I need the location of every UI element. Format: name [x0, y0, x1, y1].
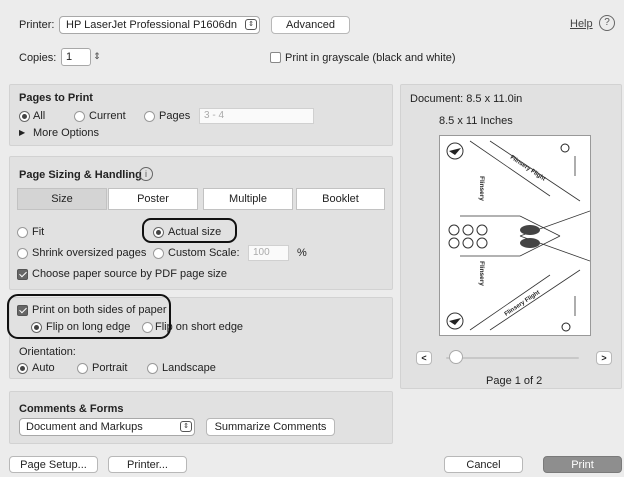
tab-multiple[interactable]: Multiple	[203, 188, 293, 210]
art-text-top-diagonal: Flinsery Flight	[509, 155, 546, 183]
page-slider-thumb[interactable]	[449, 350, 463, 364]
updown-arrows-icon: ⇕	[180, 421, 192, 432]
updown-arrows-icon: ⇕	[245, 19, 257, 30]
pages-range-radio[interactable]	[144, 111, 155, 122]
shrink-label: Shrink oversized pages	[32, 247, 147, 259]
print-button[interactable]: Print	[543, 456, 622, 473]
pages-section-title: Pages to Print	[19, 92, 93, 104]
document-size-label: Document: 8.5 x 11.0in	[410, 93, 523, 105]
fit-radio[interactable]	[17, 227, 28, 238]
tab-booklet[interactable]: Booklet	[296, 188, 385, 210]
pages-range-input[interactable]: 3 - 4	[199, 108, 314, 124]
tab-poster[interactable]: Poster	[108, 188, 198, 210]
prev-page-button[interactable]: <	[416, 351, 432, 365]
printer-select[interactable]: HP LaserJet Professional P1606dn ⇕	[59, 16, 260, 34]
info-icon[interactable]: i	[139, 167, 153, 181]
percent-label: %	[297, 247, 307, 259]
pages-range-label: Pages	[159, 110, 191, 122]
comments-select[interactable]: Document and Markups ⇕	[19, 418, 195, 436]
highlight-duplex	[7, 294, 171, 339]
art-text-bottom-left: Flinsery	[478, 261, 485, 286]
page-setup-button[interactable]: Page Setup...	[9, 456, 98, 473]
printer-label: Printer:	[19, 19, 55, 31]
summarize-comments-button[interactable]: Summarize Comments	[206, 418, 335, 436]
paper-source-checkbox[interactable]	[17, 269, 28, 280]
orientation-landscape-label: Landscape	[162, 362, 216, 374]
sizing-section-title: Page Sizing & Handling	[19, 169, 142, 181]
custom-scale-input[interactable]: 100	[248, 245, 289, 261]
pages-current-label: Current	[89, 110, 126, 122]
orientation-auto-label: Auto	[32, 362, 55, 374]
copies-value: 1	[66, 51, 73, 63]
fit-label: Fit	[32, 226, 45, 238]
paper-airplane-template-art: Flinsery Flinsery Flight Flinsery Flight…	[446, 140, 591, 332]
more-options-link[interactable]: More Options	[33, 127, 99, 139]
help-link[interactable]: Help	[570, 18, 593, 30]
grayscale-label: Print in grayscale (black and white)	[285, 52, 456, 64]
paper-source-label: Choose paper source by PDF page size	[32, 268, 228, 280]
copies-label: Copies:	[19, 52, 57, 64]
pages-current-radio[interactable]	[74, 111, 85, 122]
tab-size[interactable]: Size	[17, 188, 107, 210]
next-page-button[interactable]: >	[596, 351, 612, 365]
orientation-portrait-label: Portrait	[92, 362, 128, 374]
custom-scale-label: Custom Scale:	[168, 247, 240, 259]
cancel-button[interactable]: Cancel	[444, 456, 523, 473]
comments-select-value: Document and Markups	[26, 421, 143, 433]
pages-all-radio[interactable]	[19, 111, 30, 122]
art-text-top-left: Flinsery	[478, 176, 485, 201]
custom-scale-radio[interactable]	[153, 248, 164, 259]
orientation-auto-radio[interactable]	[17, 363, 28, 374]
grayscale-checkbox[interactable]	[270, 52, 281, 63]
pages-all-label: All	[33, 110, 46, 122]
printer-button[interactable]: Printer...	[108, 456, 187, 473]
comments-section-title: Comments & Forms	[19, 403, 124, 415]
orientation-portrait-radio[interactable]	[77, 363, 88, 374]
copies-field[interactable]: 1	[61, 48, 91, 66]
page-indicator: Page 1 of 2	[486, 375, 543, 387]
page-slider-track[interactable]	[446, 357, 579, 359]
help-icon[interactable]: ?	[599, 15, 615, 31]
advanced-button[interactable]: Advanced	[271, 16, 350, 34]
orientation-landscape-radio[interactable]	[147, 363, 158, 374]
highlight-actual-size	[142, 218, 237, 243]
copies-stepper-icon[interactable]: ⇕	[91, 48, 103, 66]
printer-select-value: HP LaserJet Professional P1606dn	[66, 19, 238, 31]
paper-size-label: 8.5 x 11 Inches	[439, 115, 513, 127]
disclosure-triangle-icon[interactable]: ▶	[19, 128, 25, 137]
orientation-label: Orientation:	[19, 346, 76, 358]
page-preview: Flinsery Flinsery Flight Flinsery Flight…	[439, 135, 591, 336]
shrink-radio[interactable]	[17, 248, 28, 259]
